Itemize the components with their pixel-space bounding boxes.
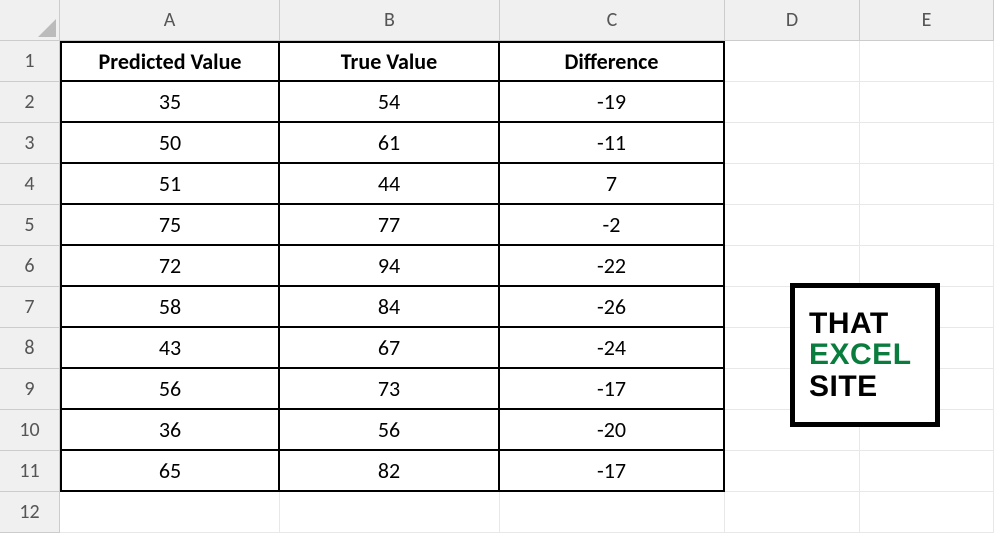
row-header-1[interactable]: 1 <box>0 41 60 82</box>
cell-A6[interactable]: 72 <box>60 246 280 287</box>
row-header-12[interactable]: 12 <box>0 492 60 533</box>
cell-B10[interactable]: 56 <box>280 410 500 451</box>
row-header-5[interactable]: 5 <box>0 205 60 246</box>
cell-A7[interactable]: 58 <box>60 287 280 328</box>
row-header-10[interactable]: 10 <box>0 410 60 451</box>
column-header-C[interactable]: C <box>500 0 725 41</box>
row-header-2[interactable]: 2 <box>0 82 60 123</box>
row-header-9[interactable]: 9 <box>0 369 60 410</box>
cell-C4[interactable]: 7 <box>500 164 725 205</box>
row-header-8[interactable]: 8 <box>0 328 60 369</box>
row-header-11[interactable]: 11 <box>0 451 60 492</box>
cell-D11[interactable] <box>725 451 860 492</box>
column-header-D[interactable]: D <box>725 0 860 41</box>
row-header-6[interactable]: 6 <box>0 246 60 287</box>
logo-line2: EXCEL <box>809 339 935 371</box>
cell-D6[interactable] <box>725 246 860 287</box>
logo-line3: SITE <box>809 371 935 403</box>
cell-E6[interactable] <box>860 246 994 287</box>
spreadsheet-grid[interactable]: A B C D E 1 Predicted Value True Value D… <box>0 0 994 533</box>
cell-A3[interactable]: 50 <box>60 123 280 164</box>
cell-C5[interactable]: -2 <box>500 205 725 246</box>
cell-C6[interactable]: -22 <box>500 246 725 287</box>
cell-C11[interactable]: -17 <box>500 451 725 492</box>
cell-A12[interactable] <box>60 492 280 533</box>
cell-C8[interactable]: -24 <box>500 328 725 369</box>
logo-line1: THAT <box>809 308 935 340</box>
cell-C10[interactable]: -20 <box>500 410 725 451</box>
cell-B5[interactable]: 77 <box>280 205 500 246</box>
cell-B4[interactable]: 44 <box>280 164 500 205</box>
cell-A10[interactable]: 36 <box>60 410 280 451</box>
cell-A11[interactable]: 65 <box>60 451 280 492</box>
column-header-B[interactable]: B <box>280 0 500 41</box>
cell-D5[interactable] <box>725 205 860 246</box>
cell-B11[interactable]: 82 <box>280 451 500 492</box>
cell-C7[interactable]: -26 <box>500 287 725 328</box>
cell-C9[interactable]: -17 <box>500 369 725 410</box>
cell-D12[interactable] <box>725 492 860 533</box>
cell-E5[interactable] <box>860 205 994 246</box>
cell-B12[interactable] <box>280 492 500 533</box>
cell-E12[interactable] <box>860 492 994 533</box>
cell-A1[interactable]: Predicted Value <box>60 41 280 82</box>
row-header-3[interactable]: 3 <box>0 123 60 164</box>
column-header-A[interactable]: A <box>60 0 280 41</box>
cell-B1[interactable]: True Value <box>280 41 500 82</box>
column-header-E[interactable]: E <box>860 0 994 41</box>
cell-C2[interactable]: -19 <box>500 82 725 123</box>
cell-A8[interactable]: 43 <box>60 328 280 369</box>
cell-A2[interactable]: 35 <box>60 82 280 123</box>
cell-C3[interactable]: -11 <box>500 123 725 164</box>
select-all-corner[interactable] <box>0 0 60 41</box>
cell-A9[interactable]: 56 <box>60 369 280 410</box>
cell-D4[interactable] <box>725 164 860 205</box>
cell-D3[interactable] <box>725 123 860 164</box>
cell-E4[interactable] <box>860 164 994 205</box>
cell-E2[interactable] <box>860 82 994 123</box>
cell-E1[interactable] <box>860 41 994 82</box>
cell-E11[interactable] <box>860 451 994 492</box>
cell-B2[interactable]: 54 <box>280 82 500 123</box>
row-header-7[interactable]: 7 <box>0 287 60 328</box>
cell-A5[interactable]: 75 <box>60 205 280 246</box>
cell-A4[interactable]: 51 <box>60 164 280 205</box>
cell-C1[interactable]: Difference <box>500 41 725 82</box>
row-header-4[interactable]: 4 <box>0 164 60 205</box>
cell-B7[interactable]: 84 <box>280 287 500 328</box>
cell-B6[interactable]: 94 <box>280 246 500 287</box>
watermark-logo: THAT EXCEL SITE <box>790 283 940 427</box>
cell-B3[interactable]: 61 <box>280 123 500 164</box>
cell-D2[interactable] <box>725 82 860 123</box>
cell-C12[interactable] <box>500 492 725 533</box>
cell-B8[interactable]: 67 <box>280 328 500 369</box>
cell-B9[interactable]: 73 <box>280 369 500 410</box>
cell-D1[interactable] <box>725 41 860 82</box>
cell-E3[interactable] <box>860 123 994 164</box>
